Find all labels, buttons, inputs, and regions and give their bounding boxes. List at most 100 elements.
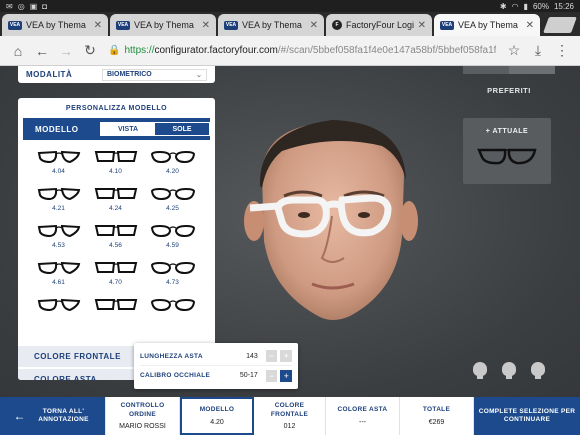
model-option[interactable]: 4.21 — [30, 186, 87, 223]
glasses-frame-icon — [37, 261, 80, 275]
model-code: 4.59 — [166, 242, 179, 249]
url-host: configurator.factoryfour.com — [154, 45, 278, 56]
browser-tab-strip: VEA VEA by Thema ✕ VEA VEA by Thema ✕ VE… — [0, 12, 580, 36]
sole-option[interactable]: SOLE — [155, 123, 209, 135]
model-option[interactable]: 4.73 — [144, 260, 201, 297]
email-icon: ✉ — [6, 1, 13, 11]
model-option[interactable]: 4.20 — [144, 149, 201, 186]
model-code: 4.56 — [109, 242, 122, 249]
new-tab-button[interactable] — [543, 17, 577, 33]
glasses-frame-icon — [37, 187, 80, 201]
close-tab-icon[interactable]: ✕ — [310, 20, 318, 31]
increase-calibro-button[interactable]: + — [280, 369, 292, 382]
view-tab-selected[interactable] — [509, 66, 555, 74]
controllo-ordine-step[interactable]: CONTROLLO ORDINE MARIO ROSSI — [106, 397, 180, 435]
complete-selezione-button[interactable]: COMPLETE SELEZIONE PER CONTINUARE — [474, 397, 580, 435]
modalita-row: MODALITÀ BIOMETRICO ⌄ — [18, 66, 215, 83]
wifi-icon: ◠ — [511, 1, 519, 11]
tab-title: VEA by Thema — [26, 20, 86, 30]
model-option[interactable]: 4.25 — [144, 186, 201, 223]
model-option[interactable]: 4.61 — [30, 260, 87, 297]
model-code: 4.20 — [166, 168, 179, 175]
model-code: 4.53 — [52, 242, 65, 249]
address-bar[interactable]: 🔒 https:// configurator.factoryfour.com … — [108, 41, 496, 61]
browser-tab[interactable]: VEA VEA by Thema ✕ — [110, 14, 216, 36]
download-icon[interactable]: ⤓ — [526, 42, 550, 59]
vea-favicon: VEA — [8, 20, 22, 30]
decrease-lunghezza-button[interactable]: − — [265, 350, 278, 362]
battery-icon: ▮ — [523, 1, 528, 11]
calibro-occhiale-value: 50-17 — [239, 372, 258, 379]
model-option[interactable]: 4.70 — [87, 260, 144, 297]
colore-frontale-step[interactable]: COLORE FRONTALE 012 — [254, 397, 326, 435]
decrease-calibro-button[interactable]: − — [265, 369, 278, 382]
browser-tab[interactable]: F FactoryFour Login ✕ — [326, 14, 432, 36]
model-option[interactable] — [144, 297, 201, 330]
view-right-profile-icon[interactable] — [531, 362, 545, 379]
colore-frontale-step-label: COLORE FRONTALE — [270, 402, 309, 418]
model-option[interactable]: 4.59 — [144, 223, 201, 260]
lock-icon: 🔒 — [108, 45, 121, 56]
vista-option[interactable]: VISTA — [101, 123, 155, 135]
browser-toolbar: ⌂ ← → ↻ 🔒 https:// configurator.factoryf… — [0, 36, 580, 66]
modello-label: MODELLO — [35, 124, 79, 134]
calibro-occhiale-row: CALIBRO OCCHIALE 50-17 − + — [140, 366, 292, 385]
model-option[interactable]: 4.10 — [87, 149, 144, 186]
home-icon[interactable]: ⌂ — [6, 43, 30, 59]
camera-view-buttons — [473, 362, 545, 379]
browser-tab-active[interactable]: VEA VEA by Thema ✕ — [434, 14, 540, 36]
glasses-frame-icon — [37, 298, 80, 312]
model-code: 4.61 — [52, 279, 65, 286]
complete-selezione-label: COMPLETE SELEZIONE PER CONTINUARE — [478, 407, 576, 423]
controllo-ordine-value: MARIO ROSSI — [119, 422, 166, 430]
calibro-occhiale-label: CALIBRO OCCHIALE — [140, 372, 211, 379]
torna-annotazione-button[interactable]: ← TORNA ALL' ANNOTAZIONE — [0, 397, 106, 435]
view-tab[interactable] — [463, 66, 509, 74]
increase-lunghezza-button[interactable]: + — [280, 350, 292, 362]
back-arrow-icon: ← — [13, 409, 26, 423]
close-tab-icon[interactable]: ✕ — [202, 20, 210, 31]
close-tab-icon[interactable]: ✕ — [526, 20, 534, 31]
attuale-label: + ATTUALE — [485, 128, 529, 135]
totale-step: TOTALE €269 — [400, 397, 474, 435]
tab-title: VEA by Thema — [458, 20, 518, 30]
browser-tab[interactable]: VEA VEA by Thema ✕ — [2, 14, 108, 36]
modalita-select[interactable]: BIOMETRICO ⌄ — [102, 68, 207, 81]
lunghezza-asta-value: 143 — [246, 352, 258, 360]
totale-value: €269 — [428, 418, 445, 426]
colore-asta-step[interactable]: COLORE ASTA --- — [326, 397, 400, 435]
face-3d-model[interactable] — [232, 116, 432, 326]
torna-annotazione-label: TORNA ALL' ANNOTAZIONE — [38, 407, 89, 423]
model-option[interactable]: 4.04 — [30, 149, 87, 186]
model-code: 4.04 — [52, 168, 65, 175]
close-tab-icon[interactable]: ✕ — [418, 20, 426, 31]
model-code: 4.70 — [109, 279, 122, 286]
attuale-favorite-card[interactable]: + ATTUALE — [463, 118, 551, 184]
model-option[interactable] — [30, 297, 87, 330]
view-left-profile-icon[interactable] — [473, 362, 487, 379]
model-option[interactable]: 4.56 — [87, 223, 144, 260]
forward-arrow-icon[interactable]: → — [54, 43, 78, 59]
model-code: 4.24 — [109, 205, 122, 212]
menu-kebab-icon[interactable]: ⋮ — [550, 42, 574, 59]
tab-title: VEA by Thema — [242, 20, 302, 30]
glasses-frame-icon — [37, 224, 80, 238]
reload-icon[interactable]: ↻ — [78, 42, 102, 59]
vea-favicon: VEA — [116, 20, 130, 30]
sync-icon: ◎ — [17, 1, 25, 11]
browser-tab[interactable]: VEA VEA by Thema ✕ — [218, 14, 324, 36]
lunghezza-asta-row: LUNGHEZZA ASTA 143 − + — [140, 347, 292, 366]
image-icon: ▣ — [29, 1, 38, 11]
glasses-frame-icon — [150, 150, 195, 164]
android-status-bar: ✉ ◎ ▣ ◘ ✱ ◠ ▮ 60% 15:26 — [0, 0, 580, 12]
vea-favicon: VEA — [440, 20, 454, 30]
bookmark-star-icon[interactable]: ☆ — [502, 42, 526, 59]
view-front-icon[interactable] — [502, 362, 516, 379]
back-arrow-icon[interactable]: ← — [30, 43, 54, 59]
model-option[interactable]: 4.53 — [30, 223, 87, 260]
modello-step-value: 4.20 — [210, 418, 224, 426]
model-option[interactable]: 4.24 — [87, 186, 144, 223]
close-tab-icon[interactable]: ✕ — [94, 20, 102, 31]
modello-step[interactable]: MODELLO 4.20 — [180, 397, 254, 435]
model-option[interactable] — [87, 297, 144, 330]
